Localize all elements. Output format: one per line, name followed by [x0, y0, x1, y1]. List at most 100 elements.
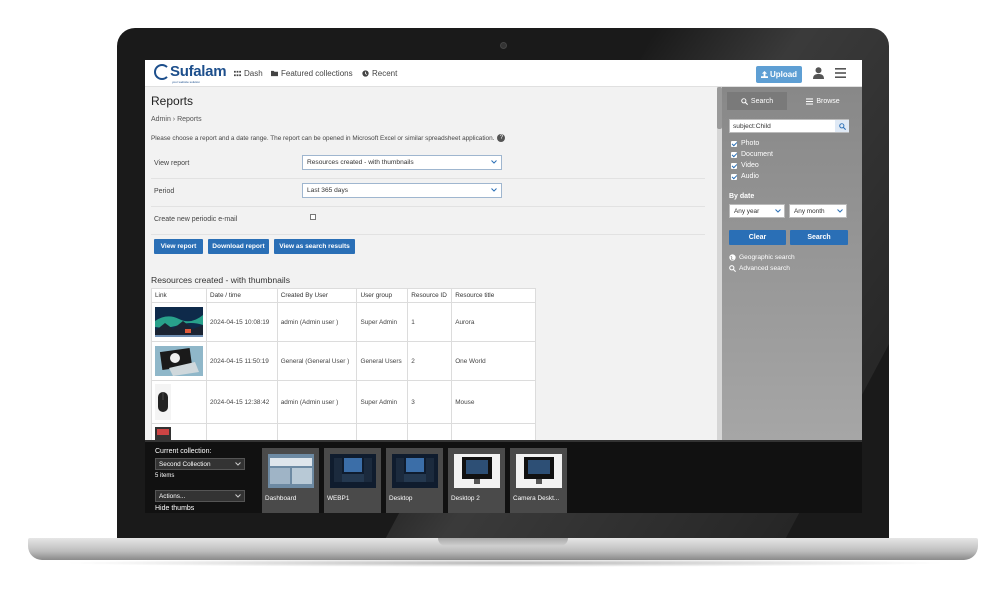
mouse-thumbnail[interactable]	[155, 384, 171, 420]
help-icon[interactable]: ?	[497, 134, 506, 142]
current-collection-value: Second Collection	[159, 461, 211, 468]
logo-ring-icon	[154, 64, 170, 80]
audio-checkbox[interactable]	[731, 173, 737, 180]
tab-search[interactable]: Search	[727, 92, 787, 110]
search-submit-button[interactable]	[835, 120, 849, 132]
type-photo-label: Photo	[741, 140, 760, 147]
document-checkbox[interactable]	[731, 151, 737, 158]
chevron-down-icon	[235, 462, 241, 466]
row-link-cell[interactable]	[151, 380, 207, 424]
type-photo[interactable]: Photo	[731, 140, 759, 147]
col-header-resource-title: Resource title	[451, 288, 536, 303]
report-table: Link Date / time Created By User User gr…	[151, 288, 536, 440]
collection-item-count: 5 items	[155, 473, 175, 479]
collection-item[interactable]: Desktop 2	[448, 448, 505, 513]
month-select[interactable]: Any month	[789, 204, 847, 218]
period-row: Period Last 365 days	[151, 179, 705, 207]
table-header-row: Link Date / time Created By User User gr…	[151, 288, 536, 303]
hide-thumbs-link[interactable]: Hide thumbs	[155, 505, 194, 512]
advanced-search-link[interactable]: Advanced search	[729, 265, 790, 272]
periodic-email-label: Create new periodic e-mail	[154, 216, 238, 223]
folder-icon	[271, 70, 278, 77]
table-row	[151, 423, 536, 441]
row-link-cell[interactable]	[151, 423, 207, 441]
current-collection-select[interactable]: Second Collection	[155, 458, 245, 470]
view-report-label: View report	[154, 160, 190, 167]
year-select[interactable]: Any year	[729, 204, 785, 218]
search-panel: Search Browse Photo Document Video Audio…	[722, 87, 862, 440]
view-report-select[interactable]: Resources created - with thumbnails	[302, 155, 502, 170]
partial-thumbnail[interactable]	[155, 426, 171, 441]
nav-dash[interactable]: Dash	[234, 69, 263, 78]
search-icon	[741, 97, 748, 105]
col-header-datetime: Date / time	[206, 288, 278, 303]
nav-featured-collections[interactable]: Featured collections	[271, 69, 353, 78]
table-row: 2024-04-15 11:50:19 General (General Use…	[151, 341, 536, 381]
main-content: Reports Admin › Reports Please choose a …	[145, 87, 717, 440]
view-as-search-results-button[interactable]: View as search results	[274, 239, 355, 254]
row-group: Super Admin	[356, 302, 409, 342]
table-row: 2024-04-15 12:38:42 admin (Admin user ) …	[151, 380, 536, 424]
actions-select-value: Actions...	[159, 493, 186, 500]
type-video[interactable]: Video	[731, 162, 759, 169]
collection-item[interactable]: Dashboard	[262, 448, 319, 513]
video-checkbox[interactable]	[731, 162, 737, 169]
col-header-created-by: Created By User	[276, 288, 358, 303]
clear-button[interactable]: Clear	[729, 230, 786, 245]
aurora-thumbnail[interactable]	[155, 307, 203, 337]
logo-tagline: your website solution	[172, 80, 201, 84]
clock-icon	[362, 70, 369, 77]
collection-item[interactable]: Desktop	[386, 448, 443, 513]
search-icon	[729, 265, 736, 272]
results-title: Resources created - with thumbnails	[151, 275, 290, 285]
col-header-link: Link	[151, 288, 207, 303]
year-select-value: Any year	[734, 208, 760, 215]
logo-text: Sufalam	[170, 63, 227, 80]
tab-search-label: Search	[750, 97, 774, 105]
actions-select[interactable]: Actions...	[155, 490, 245, 502]
nav-recent[interactable]: Recent	[362, 69, 397, 78]
dashboard-thumbnail	[268, 454, 314, 488]
search-icon	[838, 122, 846, 130]
user-icon[interactable]	[813, 67, 824, 79]
type-audio[interactable]: Audio	[731, 173, 759, 180]
upload-icon	[760, 71, 768, 78]
row-user: General (General User )	[276, 341, 358, 381]
col-header-resource-id: Resource ID	[407, 288, 453, 303]
chevron-down-icon	[775, 209, 781, 213]
intro-text: Please choose a report and a date range.…	[151, 134, 506, 142]
row-id: 1	[407, 302, 453, 342]
period-select[interactable]: Last 365 days	[302, 183, 502, 198]
period-label: Period	[154, 188, 175, 195]
collection-item[interactable]: WEBP1	[324, 448, 381, 513]
camera-desktop-thumbnail	[516, 454, 562, 488]
chevron-down-icon	[837, 209, 843, 213]
current-collection-label: Current collection:	[155, 448, 212, 455]
hamburger-menu-icon[interactable]	[835, 68, 846, 78]
search-button[interactable]: Search	[790, 230, 848, 245]
type-document[interactable]: Document	[731, 151, 773, 158]
logo[interactable]: Sufalam your website solution	[154, 63, 232, 84]
top-navigation-bar: Sufalam your website solution Dash Featu…	[145, 60, 862, 87]
one-world-thumbnail[interactable]	[155, 346, 203, 376]
row-title: One World	[451, 341, 536, 381]
geographic-search-link[interactable]: Geographic search	[729, 254, 795, 261]
view-report-button[interactable]: View report	[154, 239, 203, 254]
collection-item[interactable]: Camera Deskt...	[510, 448, 567, 513]
breadcrumb-admin[interactable]: Admin	[151, 116, 171, 123]
search-input[interactable]	[730, 120, 834, 132]
row-id: 3	[407, 380, 453, 424]
periodic-email-checkbox[interactable]	[310, 214, 316, 220]
nav-dash-label: Dash	[244, 69, 263, 78]
row-link-cell[interactable]	[151, 302, 207, 342]
desktop-thumbnail	[392, 454, 438, 488]
download-report-button[interactable]: Download report	[208, 239, 269, 254]
row-user: admin (Admin user )	[276, 380, 358, 424]
type-audio-label: Audio	[741, 173, 759, 180]
row-link-cell[interactable]	[151, 341, 207, 381]
row-datetime: 2024-04-15 11:50:19	[206, 341, 278, 381]
photo-checkbox[interactable]	[731, 140, 737, 147]
upload-button[interactable]: Upload	[756, 66, 802, 83]
tab-browse[interactable]: Browse	[790, 92, 856, 110]
breadcrumb-reports: Reports	[177, 116, 202, 123]
